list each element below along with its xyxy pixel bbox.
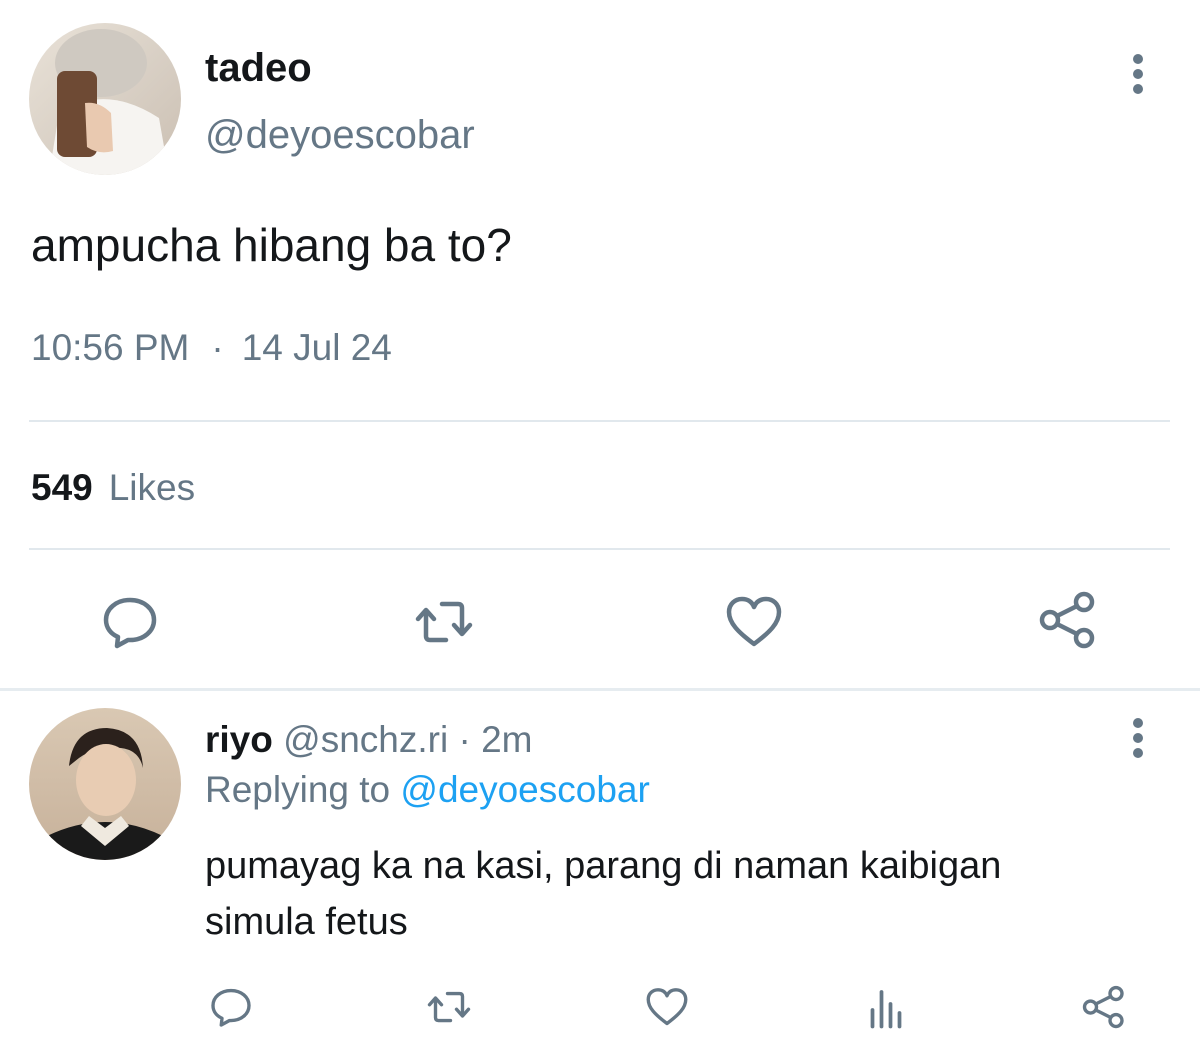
reply-share-button[interactable] (1080, 983, 1128, 1031)
tweet-date: 14 Jul 24 (241, 327, 392, 368)
reply-more-options-icon[interactable] (1118, 714, 1158, 762)
retweet-icon (415, 601, 473, 643)
reply-handle[interactable]: @snchz.ri (283, 719, 448, 760)
tweet-timestamp: 10:56 PM · 14 Jul 24 (31, 325, 392, 371)
author-avatar[interactable] (29, 23, 181, 175)
section-separator (0, 688, 1200, 691)
replying-to-handle-link[interactable]: @deyoescobar (400, 769, 649, 810)
likes-count: 549 (31, 467, 93, 508)
share-icon (1039, 591, 1095, 649)
meta-separator: · (211, 327, 224, 368)
like-button[interactable] (722, 590, 786, 654)
divider (29, 548, 1170, 550)
reply-header: riyo @snchz.ri · 2m (205, 717, 532, 763)
avatar-photo (39, 728, 171, 860)
replying-to: Replying to @deyoescobar (205, 767, 650, 813)
replying-prefix: Replying to (205, 769, 391, 810)
likes-stat[interactable]: 549 Likes (31, 465, 195, 511)
retweet-icon (427, 991, 471, 1023)
share-button[interactable] (1036, 588, 1100, 652)
divider (29, 420, 1170, 422)
share-icon (1082, 985, 1124, 1029)
likes-label: Likes (108, 467, 196, 508)
author-handle[interactable]: @deyoescobar (205, 111, 475, 159)
author-display-name[interactable]: tadeo (205, 44, 312, 92)
reply-icon (103, 597, 157, 649)
analytics-icon (870, 990, 902, 1029)
more-options-icon[interactable] (1118, 50, 1158, 98)
like-icon (726, 596, 782, 647)
reply-display-name[interactable]: riyo (205, 719, 273, 760)
reply-icon (211, 988, 251, 1027)
reply-separator: · (458, 719, 471, 760)
reply-button[interactable] (98, 590, 162, 654)
reply-like-button[interactable] (643, 983, 691, 1031)
tweet-time: 10:56 PM (31, 327, 190, 368)
reply-retweet-button[interactable] (425, 983, 473, 1031)
reply-text: pumayag ka na kasi, parang di naman kaib… (205, 845, 1002, 943)
reply-reply-button[interactable] (207, 983, 255, 1031)
avatar-photo (49, 29, 169, 175)
retweet-button[interactable] (412, 590, 476, 654)
reply-age: 2m (481, 719, 533, 760)
reply-author-avatar[interactable] (29, 708, 181, 860)
like-icon (646, 988, 688, 1026)
reply-analytics-button[interactable] (862, 983, 910, 1031)
tweet-text: ampucha hibang ba to? (31, 219, 512, 271)
